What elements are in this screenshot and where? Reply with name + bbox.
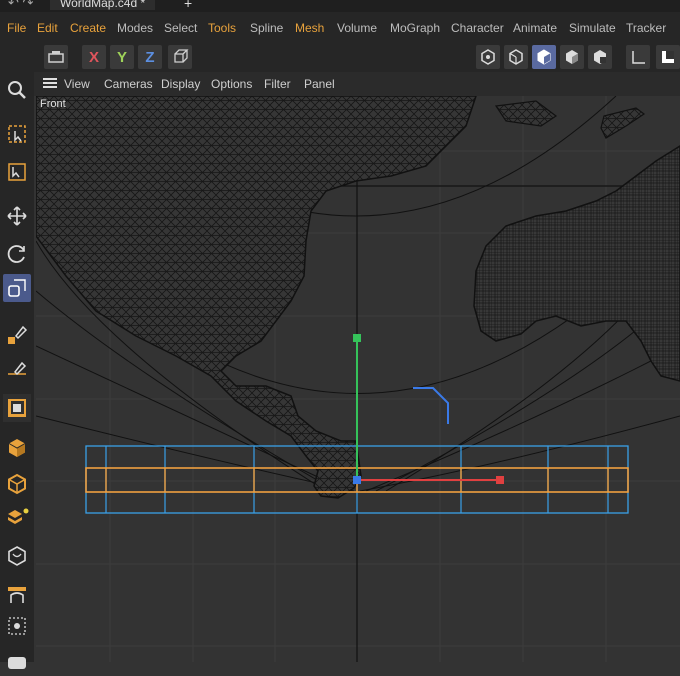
z-axis-lock-button[interactable]: Z: [138, 45, 162, 69]
workplane-icon[interactable]: [656, 45, 680, 69]
x-axis-handle[interactable]: [496, 476, 504, 484]
left-tool-palette: [0, 72, 34, 669]
main-toolbar: X Y Z: [0, 42, 680, 73]
continent-north-america: [36, 96, 477, 499]
object-mode-icon[interactable]: [504, 45, 528, 69]
island-fragment: [600, 107, 646, 139]
z-axis-handle[interactable]: [353, 476, 361, 484]
workplane-mode-icon[interactable]: [588, 45, 612, 69]
texture-mode-icon[interactable]: [560, 45, 584, 69]
y-axis-lock-button[interactable]: Y: [110, 45, 134, 69]
instance-icon[interactable]: [3, 504, 31, 532]
z-axis-label: Z: [145, 48, 155, 66]
new-tab-button[interactable]: +: [184, 0, 192, 11]
menu-modes[interactable]: Modes: [117, 21, 153, 35]
generator-icon[interactable]: [3, 470, 31, 498]
viewport-front[interactable]: Front: [36, 96, 680, 662]
x-axis-label: X: [88, 48, 99, 66]
menu-create[interactable]: Create: [70, 21, 106, 35]
menu-simulate[interactable]: Simulate: [569, 21, 616, 35]
model-mode-icon[interactable]: [476, 45, 500, 69]
viewport-menu-filter[interactable]: Filter: [264, 77, 291, 91]
sketch-spline-icon[interactable]: [3, 356, 31, 384]
viewport-menu-view[interactable]: View: [64, 77, 90, 91]
menu-select[interactable]: Select: [164, 21, 197, 35]
viewport-menu-bar: View Cameras Display Options Filter Pane…: [34, 72, 680, 96]
menu-file[interactable]: File: [7, 21, 26, 35]
live-selection-icon[interactable]: [3, 120, 31, 148]
move-tool-icon[interactable]: [3, 202, 31, 230]
document-tab[interactable]: WorldMap.c4d *: [50, 0, 156, 10]
printer-icon[interactable]: [44, 45, 68, 69]
menu-edit[interactable]: Edit: [37, 21, 58, 35]
tool-more-icon[interactable]: [3, 648, 31, 676]
floor-icon[interactable]: [3, 580, 31, 608]
menu-tracker[interactable]: Tracker: [626, 21, 666, 35]
cube-primitive-icon[interactable]: [3, 434, 31, 462]
scale-tool-icon[interactable]: [3, 274, 31, 302]
coordinate-system-icon[interactable]: [168, 45, 192, 69]
title-bar: ↶ ↷ WorldMap.c4d * +: [0, 0, 680, 12]
menu-tools[interactable]: Tools: [208, 21, 236, 35]
viewport-scene[interactable]: [36, 96, 680, 662]
menu-volume[interactable]: Volume: [337, 21, 377, 35]
menu-spline[interactable]: Spline: [250, 21, 283, 35]
viewport-menu-cameras[interactable]: Cameras: [104, 77, 153, 91]
document-tab-title: WorldMap.c4d *: [60, 0, 146, 10]
rectangle-selection-icon[interactable]: [3, 158, 31, 186]
plane-handle[interactable]: [413, 387, 449, 424]
y-axis-label: Y: [116, 48, 127, 66]
hamburger-icon[interactable]: [42, 75, 58, 94]
viewport-camera-label: Front: [40, 98, 66, 110]
continent-right-landmass: [473, 145, 680, 382]
scale-gizmo[interactable]: [353, 334, 504, 484]
viewport-menu-panel[interactable]: Panel: [304, 77, 335, 91]
menu-animate[interactable]: Animate: [513, 21, 557, 35]
menu-character[interactable]: Character: [451, 21, 504, 35]
search-icon[interactable]: [3, 76, 31, 104]
spline-primitive-icon[interactable]: [3, 394, 31, 422]
menu-mograph[interactable]: MoGraph: [390, 21, 440, 35]
selection-filter-icon[interactable]: [3, 612, 31, 640]
menu-bar: File Edit Create Modes Select Tools Spli…: [0, 12, 680, 42]
axis-snap-icon[interactable]: [626, 45, 650, 69]
pen-spline-icon[interactable]: [3, 320, 31, 348]
viewport-menu-display[interactable]: Display: [161, 77, 200, 91]
y-axis-handle[interactable]: [353, 334, 361, 342]
viewport-menu-options[interactable]: Options: [211, 77, 252, 91]
rotate-tool-icon[interactable]: [3, 240, 31, 268]
deformer-icon[interactable]: [3, 542, 31, 570]
undo-redo-icons[interactable]: ↶ ↷: [8, 0, 33, 11]
polygon-mode-icon[interactable]: [532, 45, 556, 69]
menu-mesh[interactable]: Mesh: [295, 21, 324, 35]
x-axis-lock-button[interactable]: X: [82, 45, 106, 69]
continent-greenland-fragment: [494, 100, 558, 127]
